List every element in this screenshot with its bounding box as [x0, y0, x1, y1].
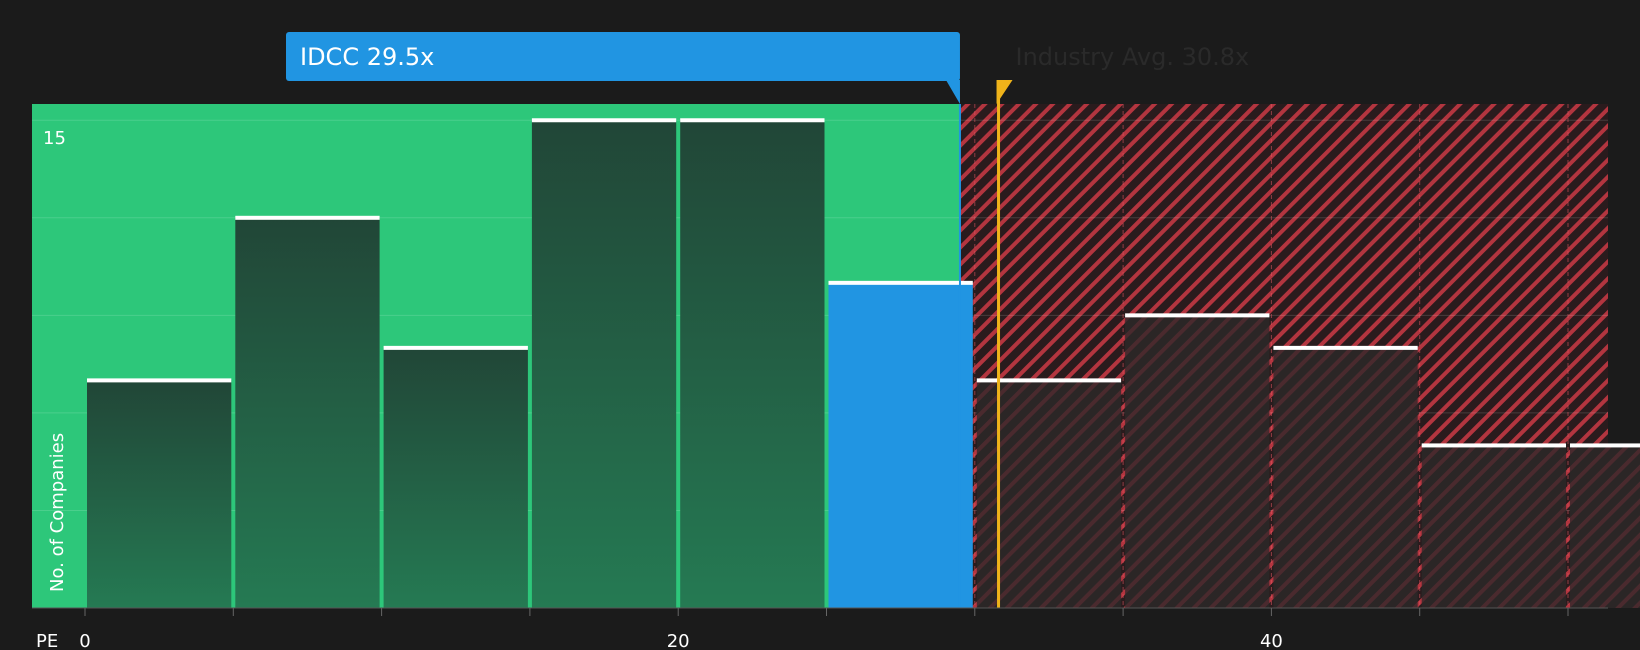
x-tick-label: 0: [79, 631, 90, 650]
callouts: IDCC 29.5x Industry Avg. 30.8x: [286, 32, 1249, 104]
y-tick-label-15: 15: [43, 128, 66, 149]
histogram-bar-top: [383, 345, 528, 350]
histogram-bar: [680, 120, 825, 609]
company-callout-pointer: [945, 80, 960, 104]
industry-callout-label: Industry Avg. 30.8x: [1016, 43, 1250, 71]
histogram-bar-top: [1125, 313, 1270, 318]
company-callout-label: IDCC 29.5x: [300, 43, 434, 71]
histogram-bar-top: [87, 378, 232, 383]
histogram-bar: [1273, 347, 1418, 608]
y-axis-label: No. of Companies: [47, 433, 68, 592]
histogram-bar: [828, 282, 973, 608]
histogram-bar: [383, 347, 528, 608]
company-callout: IDCC 29.5x: [286, 32, 960, 104]
industry-callout: Industry Avg. 30.8x: [996, 43, 1250, 104]
histogram-bar-top: [235, 215, 380, 220]
histogram-bar: [531, 120, 677, 609]
histogram-bar: [87, 380, 232, 608]
x-tick-label: 40: [1260, 631, 1283, 650]
histogram-bar-top: [1421, 443, 1566, 448]
histogram-bar: [1421, 445, 1566, 608]
histogram-bar: [1125, 315, 1270, 608]
x-axis-label: PE: [36, 631, 58, 650]
histogram-bar-top: [1570, 443, 1640, 448]
histogram-bar-top: [531, 118, 677, 123]
histogram-bar-top: [828, 280, 973, 285]
histogram-bar: [235, 217, 380, 608]
histogram-bar-top: [1273, 345, 1418, 350]
histogram-bar-top: [680, 118, 825, 123]
x-axis: 020406080100+PE: [32, 607, 1608, 650]
x-tick-label: 20: [667, 631, 690, 650]
histogram-bar: [1570, 445, 1640, 608]
pe-histogram-chart: 020406080100+PE No. of Companies 15 IDCC…: [32, 32, 1640, 650]
